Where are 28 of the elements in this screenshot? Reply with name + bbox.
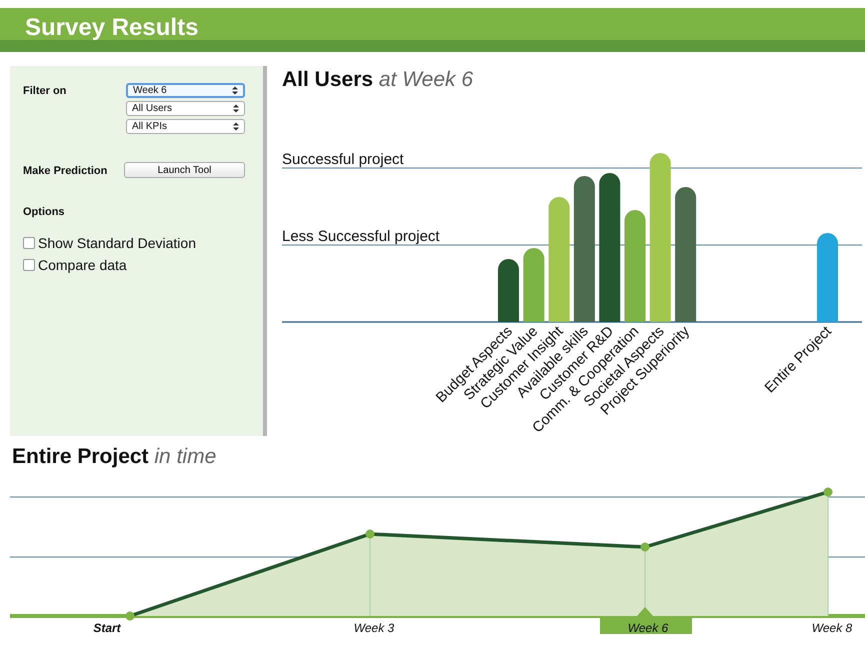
data-point [640,542,650,552]
checkbox-label: Show Standard Deviation [38,235,196,251]
week-label: Start [93,621,121,634]
dropdown[interactable]: All Users [126,101,245,116]
stepper-icon [233,122,239,131]
checkbox-label: Compare data [38,257,127,273]
reference-line-label: Successful project [282,151,404,168]
page-title: Survey Results [25,14,198,42]
week-label: Week 8 [812,621,852,634]
dropdown[interactable]: All KPIs [126,119,245,134]
stepper-icon [232,86,238,95]
chart-title: All Users at Week 6 [282,68,474,92]
data-point [824,488,832,496]
week-label: Week 6 [628,621,668,634]
checkbox[interactable] [23,237,35,249]
week-label: Week 3 [354,621,394,634]
options-label: Options [23,205,66,218]
checkbox[interactable] [23,259,35,271]
data-point [126,612,134,620]
reference-line-label: Less Successful project [282,228,440,245]
dropdown[interactable]: Week 6 [126,83,245,98]
filter-label: Filter on [23,84,66,97]
timeline-title: Entire Project in time [12,445,218,469]
selected-week-tab[interactable] [600,607,692,634]
prediction-label: Make Prediction [23,164,108,177]
data-point [366,530,374,538]
launch-tool-button[interactable]: Launch Tool [124,162,245,178]
stepper-icon [233,104,239,113]
